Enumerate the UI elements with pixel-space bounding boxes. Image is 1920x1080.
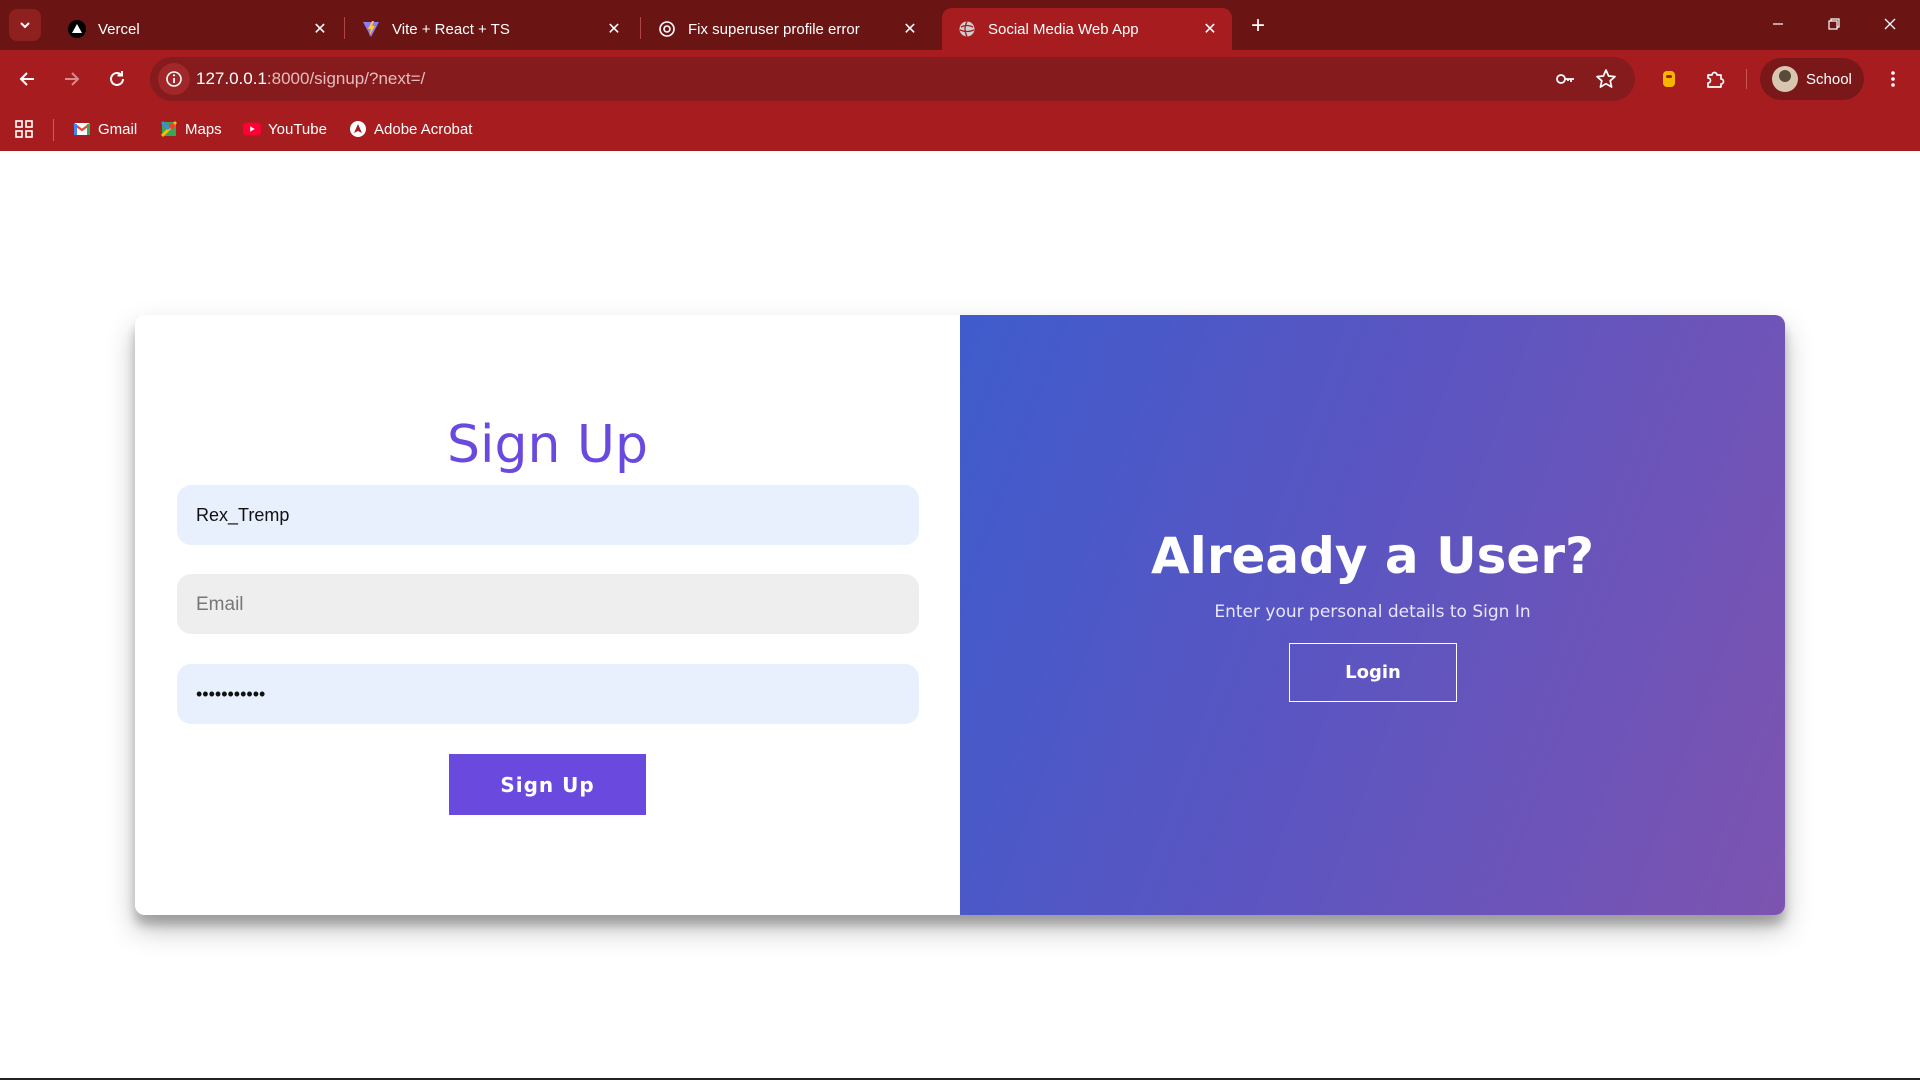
extension-honey-icon[interactable]	[1651, 61, 1687, 97]
url-text: 127.0.0.1:8000/signup/?next=/	[196, 69, 425, 89]
signup-button[interactable]: Sign Up	[449, 754, 646, 815]
profile-button[interactable]: School	[1760, 58, 1864, 100]
password-field[interactable]	[177, 664, 919, 724]
apps-grid-icon[interactable]	[12, 117, 36, 141]
tab-chatgpt[interactable]: Fix superuser profile error ✕	[642, 8, 932, 50]
login-panel-subtitle: Enter your personal details to Sign In	[1214, 602, 1531, 622]
username-field[interactable]	[177, 485, 919, 545]
chevron-down-icon	[20, 22, 30, 29]
close-icon[interactable]: ✕	[898, 17, 922, 41]
login-panel-title: Already a User?	[1150, 527, 1595, 585]
maps-icon	[160, 120, 178, 138]
site-info-icon[interactable]	[158, 63, 190, 95]
vite-icon	[362, 20, 380, 38]
url-path: :8000/signup/?next=/	[266, 69, 426, 88]
bookmarks-bar: Gmail Maps YouTube Adobe Acrobat	[0, 108, 1920, 151]
new-tab-button[interactable]: +	[1244, 12, 1272, 40]
restore-button[interactable]	[1806, 0, 1862, 48]
arrow-left-icon	[19, 72, 34, 86]
close-window-button[interactable]	[1862, 0, 1918, 48]
tab-strip: Vercel ✕ Vite + React + TS ✕ Fix superus…	[0, 0, 1920, 50]
bookmark-maps[interactable]: Maps	[160, 116, 222, 142]
tab-social-media-web-app[interactable]: Social Media Web App ✕	[942, 8, 1232, 50]
tab-search-button[interactable]	[9, 9, 41, 41]
plus-icon: +	[1250, 12, 1265, 39]
tab-title: Fix superuser profile error	[688, 20, 860, 38]
bookmark-label: YouTube	[268, 120, 327, 138]
tab-vite[interactable]: Vite + React + TS ✕	[346, 8, 636, 50]
profile-name: School	[1806, 70, 1852, 88]
email-field[interactable]	[177, 574, 919, 634]
openai-icon	[658, 20, 676, 38]
bookmark-label: Adobe Acrobat	[374, 120, 473, 138]
browser-menu-button[interactable]	[1875, 61, 1911, 97]
close-icon[interactable]: ✕	[602, 17, 626, 41]
bookmark-adobe-acrobat[interactable]: Adobe Acrobat	[349, 116, 472, 142]
reload-icon	[110, 71, 124, 86]
reload-button[interactable]	[99, 61, 135, 97]
url-host: 127.0.0.1	[196, 69, 267, 88]
minimize-icon	[1773, 23, 1783, 25]
bookmark-separator	[53, 119, 54, 141]
signup-title: Sign Up	[446, 415, 649, 475]
gmail-icon	[73, 120, 91, 138]
bookmark-gmail[interactable]: Gmail	[73, 116, 137, 142]
login-panel: Already a User? Enter your personal deta…	[960, 315, 1785, 915]
auth-card: Sign Up Sign Up Already a User? Enter yo…	[135, 315, 1785, 915]
browser-toolbar: 127.0.0.1:8000/signup/?next=/ School	[0, 50, 1920, 108]
extensions-puzzle-icon[interactable]	[1697, 61, 1733, 97]
tab-separator	[344, 17, 345, 39]
arrow-right-icon	[65, 72, 80, 86]
login-button[interactable]: Login	[1289, 643, 1457, 702]
signup-panel: Sign Up Sign Up	[135, 315, 960, 915]
tab-vercel[interactable]: Vercel ✕	[52, 8, 342, 50]
more-vertical-icon	[1891, 71, 1895, 87]
password-key-icon[interactable]	[1551, 65, 1579, 93]
tab-title: Social Media Web App	[988, 20, 1139, 38]
minimize-button[interactable]	[1750, 0, 1806, 48]
tab-title: Vercel	[98, 20, 140, 38]
address-bar[interactable]: 127.0.0.1:8000/signup/?next=/	[150, 57, 1635, 101]
globe-icon	[958, 20, 976, 38]
bookmark-label: Maps	[185, 120, 222, 138]
avatar	[1772, 66, 1798, 92]
bookmark-label: Gmail	[98, 120, 138, 138]
close-icon	[1884, 18, 1896, 30]
back-button[interactable]	[9, 61, 45, 97]
toolbar-divider	[1746, 69, 1747, 89]
bookmark-star-icon[interactable]	[1592, 65, 1620, 93]
tab-title: Vite + React + TS	[392, 20, 510, 38]
forward-button[interactable]	[54, 61, 90, 97]
close-icon[interactable]: ✕	[1198, 17, 1222, 41]
youtube-icon	[243, 120, 261, 138]
tab-separator	[640, 17, 641, 39]
acrobat-icon	[349, 120, 367, 138]
restore-icon	[1828, 18, 1840, 30]
close-icon[interactable]: ✕	[308, 17, 332, 41]
bookmark-youtube[interactable]: YouTube	[243, 116, 327, 142]
vercel-triangle-icon	[68, 20, 86, 38]
